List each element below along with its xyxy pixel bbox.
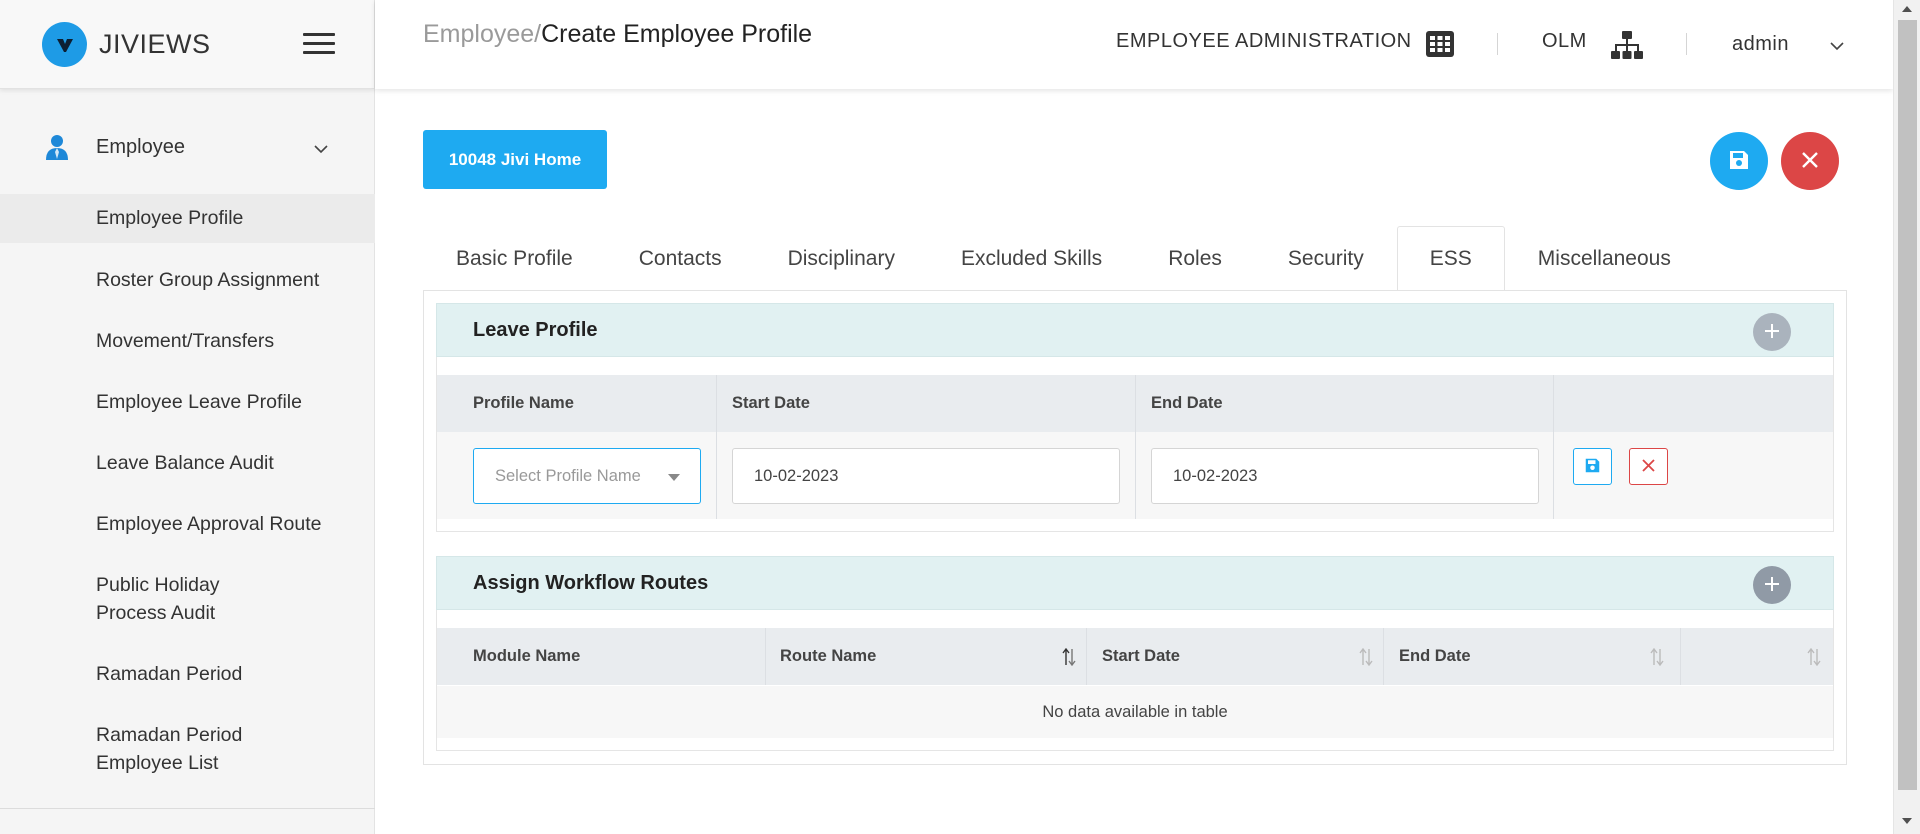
olm-menu[interactable]: OLM <box>1542 30 1587 53</box>
menu-toggle-icon[interactable] <box>303 33 335 55</box>
sidebar-item-movement-transfers[interactable]: Movement/Transfers <box>0 327 375 355</box>
tab-ess[interactable]: ESS <box>1396 226 1505 290</box>
add-leave-profile-button[interactable] <box>1753 313 1791 351</box>
column-header-start-date[interactable]: Start Date <box>1102 628 1180 685</box>
start-date-input[interactable] <box>732 448 1120 504</box>
top-bar: Employee/Create Employee Profile EMPLOYE… <box>375 0 1893 89</box>
save-icon <box>1585 458 1600 476</box>
row-delete-button[interactable] <box>1629 448 1668 485</box>
profile-tabs: Basic Profile Contacts Disciplinary Excl… <box>423 226 1704 290</box>
chevron-down-icon[interactable] <box>314 141 328 159</box>
tab-contacts[interactable]: Contacts <box>606 226 755 290</box>
profile-name-select[interactable]: Select Profile Name <box>473 448 701 504</box>
page-title: Create Employee Profile <box>541 20 813 48</box>
sort-icon[interactable] <box>1650 647 1664 667</box>
user-menu[interactable]: admin <box>1732 33 1789 56</box>
row-save-button[interactable] <box>1573 448 1612 485</box>
section-title: Leave Profile <box>473 319 598 341</box>
plus-icon <box>1764 323 1780 342</box>
tab-basic-profile[interactable]: Basic Profile <box>423 226 606 290</box>
save-icon <box>1729 150 1749 173</box>
breadcrumb-parent[interactable]: Employee <box>423 20 534 48</box>
page-scrollbar[interactable] <box>1893 0 1920 834</box>
tab-excluded-skills[interactable]: Excluded Skills <box>928 226 1135 290</box>
sidebar-divider <box>0 808 375 809</box>
sidebar-item-ramadan-period[interactable]: Ramadan Period <box>0 660 375 688</box>
sidebar-item-employee-leave-profile[interactable]: Employee Leave Profile <box>0 388 375 416</box>
column-header-end-date[interactable]: End Date <box>1399 628 1471 685</box>
column-divider <box>1086 628 1087 685</box>
column-header-end-date: End Date <box>1151 394 1223 412</box>
sort-icon[interactable] <box>1062 647 1076 667</box>
workflow-routes-header: Assign Workflow Routes <box>436 556 1834 610</box>
scroll-down-arrow-icon[interactable] <box>1902 818 1912 824</box>
column-divider <box>765 628 766 685</box>
top-bar-divider <box>1497 33 1498 55</box>
sort-icon[interactable] <box>1807 647 1821 667</box>
org-chart-icon[interactable] <box>1611 31 1643 64</box>
breadcrumb: Employee/Create Employee Profile <box>423 20 812 49</box>
end-date-input[interactable] <box>1151 448 1539 504</box>
grid-icon[interactable] <box>1426 31 1454 62</box>
sidebar-group-employee[interactable]: Employee <box>0 124 375 170</box>
user-icon <box>45 134 69 165</box>
sidebar-group-label: Employee <box>96 136 185 158</box>
column-divider <box>1680 628 1681 685</box>
tab-disciplinary[interactable]: Disciplinary <box>755 226 928 290</box>
column-divider <box>1553 375 1554 519</box>
scroll-thumb[interactable] <box>1898 20 1917 790</box>
close-button[interactable] <box>1781 132 1839 190</box>
plus-icon <box>1764 576 1780 595</box>
column-divider <box>1135 375 1136 519</box>
tab-miscellaneous[interactable]: Miscellaneous <box>1505 226 1704 290</box>
sidebar-item-employee-profile[interactable]: Employee Profile <box>0 194 375 243</box>
select-placeholder: Select Profile Name <box>495 466 641 485</box>
top-bar-divider <box>1686 33 1687 55</box>
close-icon <box>1642 458 1655 475</box>
employee-id-button[interactable]: 10048 Jivi Home <box>423 130 607 189</box>
sidebar-item-public-holiday-process-audit[interactable]: Public Holiday Process Audit <box>0 571 375 627</box>
tab-security[interactable]: Security <box>1255 226 1397 290</box>
leave-profile-header: Leave Profile <box>436 303 1834 357</box>
sidebar-item-employee-approval-route[interactable]: Employee Approval Route <box>0 510 375 538</box>
close-icon <box>1801 151 1819 172</box>
workflow-routes-table-header: Module Name Route Name Start Date End Da… <box>437 628 1833 685</box>
sidebar-item-ramadan-period-employee-list[interactable]: Ramadan Period Employee List <box>0 721 375 777</box>
scroll-up-arrow-icon[interactable] <box>1902 6 1912 12</box>
sidebar: JIVIEWS Employee Employee Profile Roster… <box>0 0 375 834</box>
column-divider <box>716 375 717 519</box>
column-header-start-date: Start Date <box>732 394 810 412</box>
sidebar-header: JIVIEWS <box>0 0 374 89</box>
column-header-route-name[interactable]: Route Name <box>780 628 876 685</box>
column-header-profile-name: Profile Name <box>473 394 574 412</box>
app-logo-icon[interactable] <box>42 22 87 67</box>
caret-down-icon <box>668 474 680 481</box>
column-header-module-name[interactable]: Module Name <box>473 628 580 685</box>
section-title: Assign Workflow Routes <box>473 572 709 594</box>
sidebar-item-roster-group-assignment[interactable]: Roster Group Assignment <box>0 266 375 294</box>
column-divider <box>1383 628 1384 685</box>
employee-administration-menu[interactable]: EMPLOYEE ADMINISTRATION <box>1116 30 1412 53</box>
sort-icon[interactable] <box>1359 647 1373 667</box>
app-name: JIVIEWS <box>99 29 211 59</box>
chevron-down-icon[interactable] <box>1830 38 1844 56</box>
tab-roles[interactable]: Roles <box>1135 226 1255 290</box>
add-workflow-route-button[interactable] <box>1753 566 1791 604</box>
empty-table-message: No data available in table <box>437 686 1833 738</box>
sidebar-item-leave-balance-audit[interactable]: Leave Balance Audit <box>0 449 375 477</box>
save-button[interactable] <box>1710 132 1768 190</box>
